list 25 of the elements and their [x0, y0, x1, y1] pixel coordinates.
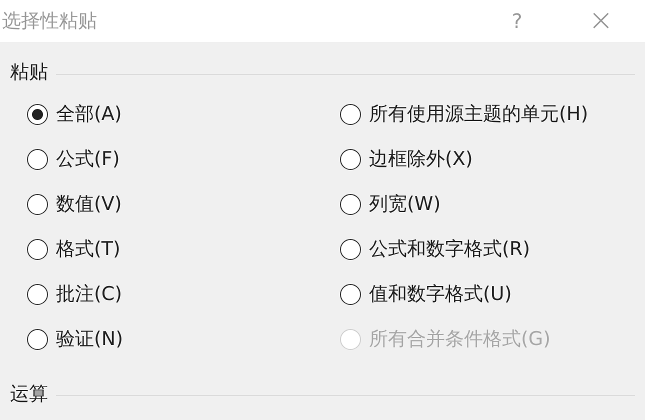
radio-button[interactable]	[340, 149, 361, 170]
radio-option[interactable]: 公式(F)	[27, 142, 340, 178]
radio-option[interactable]: 值和数字格式(U)	[340, 276, 635, 312]
radio-button[interactable]	[340, 284, 361, 305]
radio-button[interactable]	[27, 239, 48, 260]
window-title: 选择性粘贴	[2, 8, 97, 34]
radio-button[interactable]	[27, 104, 48, 125]
radio-option[interactable]: 批注(C)	[27, 276, 340, 312]
radio-option[interactable]: 格式(T)	[27, 232, 340, 268]
radio-button[interactable]	[27, 149, 48, 170]
radio-button[interactable]	[340, 194, 361, 215]
radio-button[interactable]	[340, 104, 361, 125]
radio-option[interactable]: 数值(V)	[27, 186, 340, 222]
section-title: 粘贴	[10, 60, 48, 85]
radio-button[interactable]	[27, 194, 48, 215]
radio-button[interactable]	[340, 239, 361, 260]
radio-option[interactable]: 公式和数字格式(R)	[340, 232, 635, 268]
radio-button[interactable]	[27, 329, 48, 350]
radio-option[interactable]: 列宽(W)	[340, 186, 635, 222]
radio-button[interactable]	[27, 284, 48, 305]
radio-option[interactable]: 全部(A)	[27, 96, 340, 132]
section-title: 运算	[10, 382, 48, 406]
radio-option[interactable]: 边框除外(X)	[340, 142, 635, 178]
radio-option[interactable]: 所有使用源主题的单元(H)	[340, 96, 635, 132]
radio-option[interactable]: 验证(N)	[27, 322, 340, 358]
